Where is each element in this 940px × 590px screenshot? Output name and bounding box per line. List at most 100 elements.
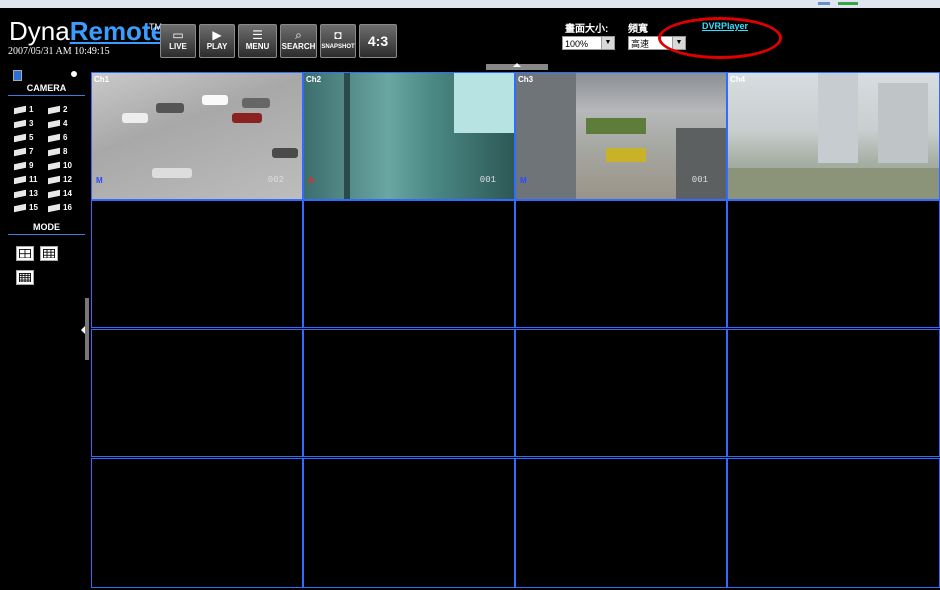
camera-button-16[interactable]: 16 — [48, 203, 84, 214]
screen-size-select[interactable]: 100% ▼ — [562, 36, 615, 50]
camera-button-4[interactable]: 4 — [48, 119, 84, 130]
camera-icon — [48, 189, 60, 199]
video-tile-empty[interactable] — [91, 458, 303, 588]
video-tile-empty[interactable] — [303, 329, 515, 457]
snapshot-button-label: SNAPSHOT — [321, 44, 355, 50]
grid-3x3-icon — [43, 249, 55, 259]
collapse-icon[interactable] — [13, 70, 22, 81]
divider — [8, 234, 85, 235]
strip-indicator — [838, 2, 858, 5]
video-tile-empty[interactable] — [727, 458, 940, 588]
search-button[interactable]: ⌕ SEARCH — [280, 24, 317, 58]
camera-button-12[interactable]: 12 — [48, 175, 84, 186]
camera-button-10[interactable]: 10 — [48, 161, 84, 172]
mode-nine-button[interactable] — [40, 246, 58, 261]
record-mode-badge: A — [308, 176, 314, 185]
car-shape — [152, 168, 192, 178]
building-shape — [676, 128, 726, 199]
video-grid: Ch1 M 002 Ch2 A 001 Ch3 M 001 Ch4 — [91, 72, 940, 588]
camera-icon — [14, 175, 26, 185]
header-collapse-handle[interactable] — [486, 63, 548, 70]
car-shape — [272, 148, 298, 158]
camera-button-5[interactable]: 5 — [14, 133, 50, 144]
car-shape — [156, 103, 184, 113]
car-shape — [242, 98, 270, 108]
video-tile-empty[interactable] — [91, 329, 303, 457]
grid-2x2-icon — [19, 249, 31, 259]
strip-indicator — [818, 2, 830, 5]
sidebar-collapse-handle[interactable] — [81, 298, 89, 360]
camera-button-1[interactable]: 1 — [14, 105, 50, 116]
video-tile-ch3[interactable]: Ch3 M 001 — [515, 72, 727, 200]
video-tile-ch1[interactable]: Ch1 M 002 — [91, 72, 303, 200]
mode-heading-label: MODE — [33, 222, 60, 232]
video-tile-empty[interactable] — [727, 200, 940, 328]
camera-icon — [48, 147, 60, 157]
video-tile-empty[interactable] — [303, 200, 515, 328]
channel-label: Ch1 — [94, 75, 110, 84]
search-icon: ⌕ — [295, 28, 302, 42]
camera-button-13[interactable]: 13 — [14, 189, 50, 200]
camera-button-11[interactable]: 11 — [14, 175, 50, 186]
car-shape — [122, 113, 148, 123]
camera-icon — [14, 161, 26, 171]
video-tile-empty[interactable] — [515, 200, 727, 328]
snapshot-button[interactable]: ◘ SNAPSHOT — [320, 24, 356, 58]
mode-sixteen-button[interactable] — [16, 270, 34, 285]
building-shape — [878, 83, 928, 163]
dot-icon[interactable] — [71, 71, 77, 77]
camera-number: 4 — [63, 119, 68, 128]
camera-icon — [14, 133, 26, 143]
camera-button-15[interactable]: 15 — [14, 203, 50, 214]
camera-button-6[interactable]: 6 — [48, 133, 84, 144]
camera-button-9[interactable]: 9 — [14, 161, 50, 172]
bandwidth-label: 頻寬 — [628, 24, 648, 35]
screen-size-value: 100% — [565, 39, 589, 49]
camera-icon — [48, 175, 60, 185]
camera-icon — [48, 105, 60, 115]
camera-number: 1 — [29, 105, 34, 114]
camera-button-14[interactable]: 14 — [48, 189, 84, 200]
channel-counter: 001 — [691, 175, 708, 185]
play-button[interactable]: ▶ PLAY — [199, 24, 235, 58]
video-tile-empty[interactable] — [515, 329, 727, 457]
car-shape — [202, 95, 228, 105]
play-icon: ▶ — [212, 28, 222, 42]
camera-number: 10 — [63, 161, 72, 170]
camera-number: 9 — [29, 161, 34, 170]
camera-icon — [14, 189, 26, 199]
camera-button-7[interactable]: 7 — [14, 147, 50, 158]
brand-prefix: Dyna — [9, 16, 70, 46]
header-bar: DynaRemote TM 2007/05/31 AM 10:49:15 ▭ L… — [0, 8, 940, 62]
camera-number: 5 — [29, 133, 34, 142]
sidebar-top-controls — [8, 68, 85, 82]
video-tile-ch4[interactable]: Ch4 — [727, 72, 940, 200]
camera-number: 6 — [63, 133, 68, 142]
window-top-strip — [0, 0, 940, 8]
flowerbed-shape — [606, 148, 646, 162]
video-tile-empty[interactable] — [91, 200, 303, 328]
camera-button-2[interactable]: 2 — [48, 105, 84, 116]
camera-icon: ◘ — [334, 28, 342, 42]
video-tile-empty[interactable] — [303, 458, 515, 588]
mode-quad-button[interactable] — [16, 246, 34, 261]
camera-number: 16 — [63, 203, 72, 212]
live-button[interactable]: ▭ LIVE — [160, 24, 196, 58]
video-tile-empty[interactable] — [515, 458, 727, 588]
camera-number: 8 — [63, 147, 68, 156]
camera-icon — [14, 203, 26, 213]
aspect-ratio-button[interactable]: 4:3 — [359, 24, 397, 58]
camera-heading-label: CAMERA — [26, 83, 67, 93]
camera-icon — [48, 133, 60, 143]
video-tile-empty[interactable] — [727, 329, 940, 457]
menu-button[interactable]: ☰ MENU — [238, 24, 277, 58]
tv-icon: ▭ — [172, 28, 184, 42]
screen-size-label: 畫面大小: — [565, 24, 609, 35]
record-mode-badge: M — [520, 176, 527, 185]
video-tile-ch2[interactable]: Ch2 A 001 — [303, 72, 515, 200]
channel-label: Ch2 — [306, 75, 322, 84]
camera-button-3[interactable]: 3 — [14, 119, 50, 130]
menu-button-label: MENU — [245, 42, 270, 51]
camera-button-8[interactable]: 8 — [48, 147, 84, 158]
channel-counter: 001 — [479, 175, 496, 185]
